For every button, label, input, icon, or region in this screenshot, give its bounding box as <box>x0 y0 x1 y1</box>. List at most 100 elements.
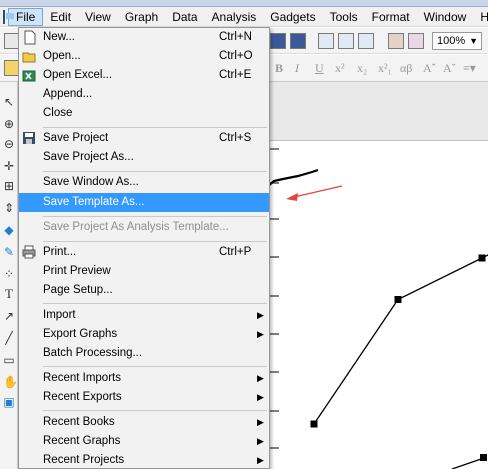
menu-tools[interactable]: Tools <box>323 8 365 26</box>
refresh-icon[interactable] <box>408 33 424 49</box>
data-reader-icon[interactable]: ⊞ <box>3 180 15 192</box>
menu-graph[interactable]: Graph <box>118 8 165 26</box>
file-menu-dropdown: New... Ctrl+N Open... Ctrl+O Open Excel.… <box>18 27 270 469</box>
decrease-font-button[interactable]: Aˇ <box>443 61 456 76</box>
underline-button[interactable]: U <box>315 61 324 76</box>
menu-item-label: Print Preview <box>43 265 111 277</box>
menu-item-append[interactable]: Append... <box>19 85 269 104</box>
save-disk-icon <box>23 132 35 144</box>
menu-item-label: Save Project As Analysis Template... <box>43 221 229 233</box>
screen-reader-icon[interactable]: ✛ <box>3 160 15 172</box>
superscript-button[interactable]: x² <box>335 61 345 76</box>
menu-separator <box>43 171 267 172</box>
bold-button[interactable]: B <box>275 61 283 76</box>
greek-button[interactable]: αβ <box>400 61 412 76</box>
data-selector-icon[interactable]: ⇕ <box>3 202 15 214</box>
window-title-bar <box>0 0 488 7</box>
menu-item-close[interactable]: Close <box>19 104 269 123</box>
menu-item-import[interactable]: Import ▶ <box>19 306 269 325</box>
menu-item-save-window-as[interactable]: Save Window As... <box>19 173 269 192</box>
menu-item-label: Recent Projects <box>43 454 125 466</box>
zoom-out-icon[interactable]: ⊖ <box>3 138 15 150</box>
menu-item-open[interactable]: Open... Ctrl+O <box>19 47 269 66</box>
insert-graph-icon[interactable]: ▣ <box>3 396 15 408</box>
submenu-arrow-icon: ▶ <box>257 436 264 446</box>
submenu-arrow-icon: ▶ <box>257 310 264 320</box>
draw-data-icon[interactable]: ✎ <box>3 246 15 258</box>
arrow-tool-icon[interactable]: ↗ <box>3 310 15 322</box>
menu-item-shortcut: Ctrl+E <box>219 69 252 81</box>
increase-font-button[interactable]: Aˆ <box>423 61 436 76</box>
menu-item-label: Save Template As... <box>43 196 145 208</box>
menu-item-recent-imports[interactable]: Recent Imports ▶ <box>19 369 269 388</box>
menu-separator <box>43 366 267 367</box>
menu-view[interactable]: View <box>78 8 118 26</box>
excel-file-icon <box>22 70 36 82</box>
menu-edit[interactable]: Edit <box>43 8 78 26</box>
menu-data[interactable]: Data <box>165 8 204 26</box>
region-data-selector-icon[interactable]: ◆ <box>3 224 15 236</box>
menu-separator <box>43 241 267 242</box>
menu-format[interactable]: Format <box>365 8 417 26</box>
menu-item-print-preview[interactable]: Print Preview <box>19 262 269 281</box>
menu-item-label: Recent Imports <box>43 372 121 384</box>
menu-item-recent-books[interactable]: Recent Books ▶ <box>19 413 269 432</box>
menu-item-batch-processing[interactable]: Batch Processing... <box>19 344 269 363</box>
rectangle-tool-icon[interactable]: ▭ <box>3 354 15 366</box>
menu-item-recent-graphs[interactable]: Recent Graphs ▶ <box>19 432 269 451</box>
mask-points-icon[interactable]: ⁘ <box>3 268 15 280</box>
new-document-icon <box>24 30 36 45</box>
menu-item-print[interactable]: Print... Ctrl+P <box>19 243 269 262</box>
menu-item-label: Open... <box>43 50 81 62</box>
menu-item-save-project[interactable]: Save Project Ctrl+S <box>19 129 269 148</box>
menu-item-save-project-as[interactable]: Save Project As... <box>19 148 269 167</box>
zoom-in-icon[interactable]: ⊕ <box>3 118 15 130</box>
menu-item-open-excel[interactable]: Open Excel... Ctrl+E <box>19 66 269 85</box>
zoom-select[interactable]: 100% ▼ <box>432 32 482 50</box>
italic-button[interactable]: I <box>295 61 299 76</box>
menu-separator <box>43 216 267 217</box>
menu-separator <box>43 410 267 411</box>
menu-item-save-template-as[interactable]: Save Template As... <box>19 193 269 212</box>
graph-page[interactable] <box>268 140 488 469</box>
menu-item-new[interactable]: New... Ctrl+N <box>19 28 269 47</box>
menu-item-label: Import <box>43 309 76 321</box>
menu-item-page-setup[interactable]: Page Setup... <box>19 281 269 300</box>
menu-item-label: Save Project <box>43 132 109 144</box>
menu-item-recent-projects[interactable]: Recent Projects ▶ <box>19 451 269 469</box>
menu-item-label: Append... <box>43 88 93 100</box>
menu-window[interactable]: Window <box>417 8 474 26</box>
recalculate-icon[interactable] <box>388 33 404 49</box>
menu-item-recent-exports[interactable]: Recent Exports ▶ <box>19 388 269 407</box>
menu-item-label: Save Project As... <box>43 151 134 163</box>
save-template-icon[interactable] <box>290 33 306 49</box>
supersubscript-button[interactable]: x²₁ <box>378 61 392 76</box>
menu-analysis[interactable]: Analysis <box>205 8 264 26</box>
menu-item-label: Batch Processing... <box>43 347 143 359</box>
menu-item-save-analysis-template: Save Project As Analysis Template... <box>19 218 269 237</box>
menu-help[interactable]: Help <box>473 8 488 26</box>
import-wizard-icon[interactable] <box>318 33 334 49</box>
import-single-ascii-icon[interactable] <box>338 33 354 49</box>
text-tool-icon[interactable]: T <box>3 287 15 300</box>
import-multiple-ascii-icon[interactable] <box>358 33 374 49</box>
submenu-arrow-icon: ▶ <box>257 373 264 383</box>
menu-item-label: Open Excel... <box>43 69 113 81</box>
printer-icon <box>22 245 36 259</box>
menu-item-label: New... <box>43 31 75 43</box>
hand-pan-icon[interactable]: ✋ <box>3 376 18 388</box>
menu-gadgets[interactable]: Gadgets <box>263 8 322 26</box>
menu-item-shortcut: Ctrl+S <box>219 132 252 144</box>
subscript-button[interactable]: x₂ <box>357 61 367 76</box>
submenu-arrow-icon: ▶ <box>257 329 264 339</box>
save-icon[interactable] <box>270 33 286 49</box>
align-icon[interactable]: ≡▾ <box>463 61 476 76</box>
pointer-icon[interactable]: ↖ <box>3 96 15 108</box>
menu-separator <box>43 303 267 304</box>
app-logo-icon[interactable] <box>3 9 14 24</box>
submenu-arrow-icon: ▶ <box>257 455 264 465</box>
menu-item-export-graphs[interactable]: Export Graphs ▶ <box>19 325 269 344</box>
menu-item-label: Print... <box>43 246 77 258</box>
submenu-arrow-icon: ▶ <box>257 392 264 402</box>
line-tool-icon[interactable]: ╱ <box>3 332 15 344</box>
